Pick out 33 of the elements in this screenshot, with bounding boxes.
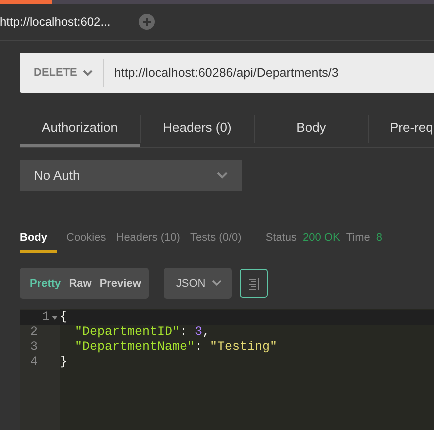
request-section-tab[interactable]: Body xyxy=(255,110,368,147)
method-dropdown[interactable]: DELETE xyxy=(20,59,104,87)
line-number: 3 xyxy=(29,340,38,355)
chevron-down-icon xyxy=(212,280,222,287)
request-section-tab[interactable]: Authorization xyxy=(20,110,140,147)
request-section-tab[interactable]: Headers (0) xyxy=(141,110,254,147)
wrap-lines-button[interactable] xyxy=(240,269,268,298)
line-number: 1 xyxy=(41,310,50,325)
response-tab[interactable]: Headers (10) xyxy=(116,232,180,253)
status-value: 200 OK xyxy=(303,232,340,244)
response-tab[interactable]: Body xyxy=(20,232,56,253)
format-dropdown[interactable]: JSON xyxy=(164,268,232,299)
time-label: Time xyxy=(346,232,370,244)
chevron-down-icon xyxy=(83,70,94,76)
view-mode-tab[interactable]: Preview xyxy=(96,278,146,290)
response-tab[interactable]: Cookies xyxy=(66,232,106,253)
auth-type-dropdown[interactable]: No Auth xyxy=(20,160,242,191)
code-line: "DepartmentID": 3, xyxy=(74,325,212,340)
wrap-lines-icon xyxy=(248,278,260,290)
line-number: 2 xyxy=(29,325,38,340)
view-mode-tab[interactable]: Raw xyxy=(65,278,96,290)
line-number: 4 xyxy=(29,355,38,370)
request-section-tab[interactable]: Pre-req xyxy=(369,110,434,147)
view-mode-tab[interactable]: Pretty xyxy=(26,278,66,290)
response-tab[interactable]: Tests (0/0) xyxy=(190,232,242,253)
status-label: Status xyxy=(266,232,297,244)
code-line: } xyxy=(60,355,69,370)
time-value: 8 xyxy=(376,232,382,244)
accent-bar xyxy=(0,0,52,4)
chevron-down-icon xyxy=(217,172,228,179)
url-field[interactable]: http://localhost:60286/api/Departments/3 xyxy=(104,66,339,80)
code-line: "DepartmentName": "Testing" xyxy=(74,340,279,355)
fold-arrow-icon[interactable] xyxy=(52,316,58,320)
